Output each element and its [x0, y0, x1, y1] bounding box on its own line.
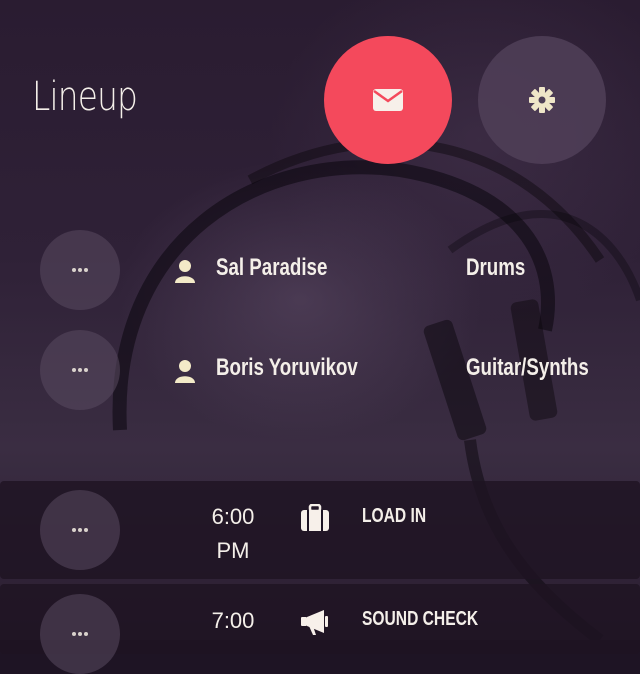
event-title: LOAD IN [362, 505, 427, 527]
member-options-button[interactable] [40, 330, 120, 410]
member-role: Guitar/Synths [466, 354, 589, 381]
person-icon [175, 260, 195, 283]
event-title: SOUND CHECK [362, 608, 479, 630]
page-title: Lineup [32, 74, 138, 120]
event-time: 7:00 [211, 608, 255, 633]
person-icon [175, 360, 195, 383]
megaphone-icon [301, 610, 328, 635]
member-options-button[interactable] [40, 230, 120, 310]
gear-icon [529, 87, 555, 113]
event-options-button[interactable] [40, 490, 120, 570]
mail-button[interactable] [324, 36, 452, 164]
more-dots-icon [72, 368, 88, 372]
suitcase-icon [301, 504, 329, 531]
event-time: 6:00 PM [211, 504, 255, 563]
event-options-button[interactable] [40, 594, 120, 674]
more-dots-icon [72, 632, 88, 636]
settings-button[interactable] [478, 36, 606, 164]
member-role: Drums [466, 254, 526, 281]
envelope-icon [373, 89, 403, 111]
more-dots-icon [72, 268, 88, 272]
member-name: Sal Paradise [216, 254, 328, 281]
more-dots-icon [72, 528, 88, 532]
member-name: Boris Yoruvikov [216, 354, 358, 381]
